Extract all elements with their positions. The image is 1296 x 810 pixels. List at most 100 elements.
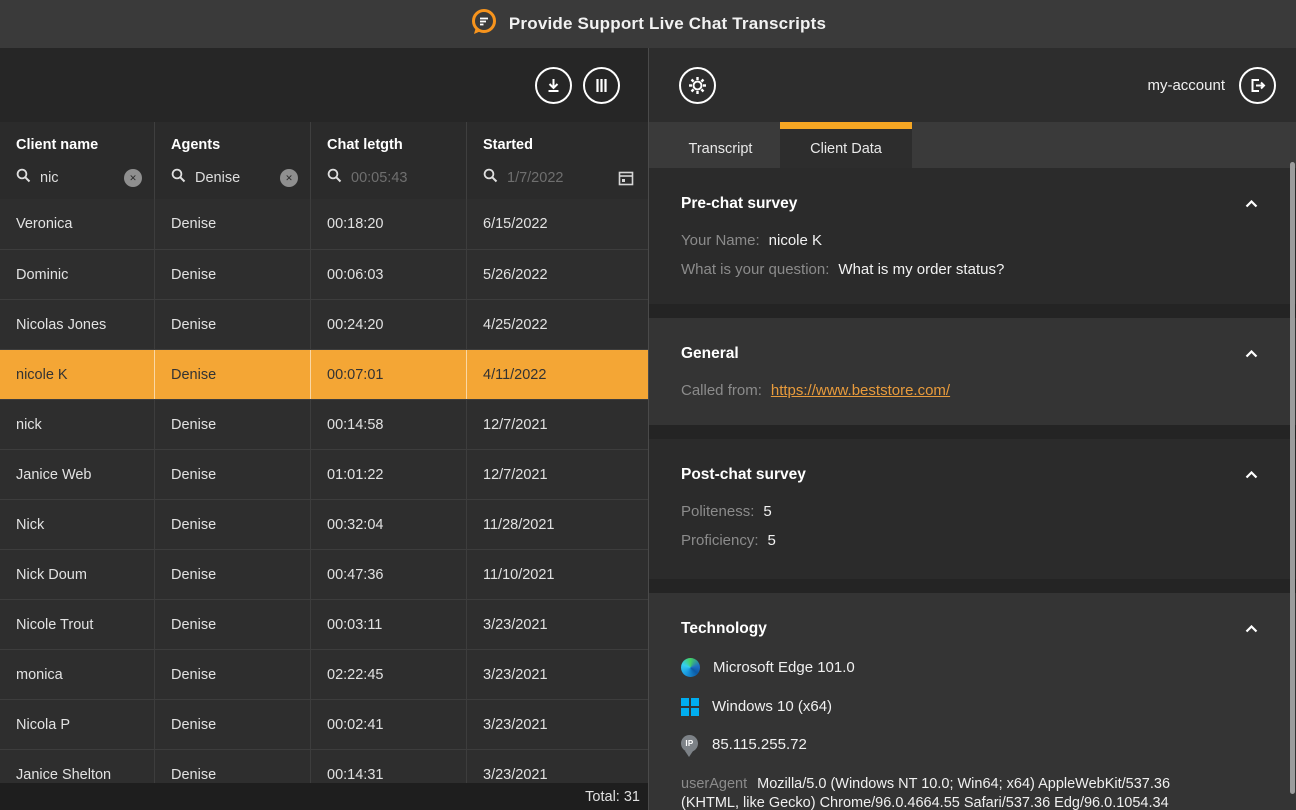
transcripts-list-panel: Client name nic Agents — [0, 48, 648, 810]
cell-agent[interactable]: Denise — [155, 350, 311, 399]
cell-client-name[interactable]: Nick — [0, 500, 155, 549]
cell-chat-length[interactable]: 00:32:04 — [311, 500, 467, 549]
section-title: Technology — [681, 620, 767, 638]
search-icon — [16, 168, 31, 188]
transcripts-table-body: Veronica Denise 00:18:20 6/15/2022 Domin… — [0, 199, 648, 810]
cell-agent[interactable]: Denise — [155, 450, 311, 499]
search-icon — [327, 168, 342, 188]
section-post-chat-survey: Post-chat survey Politeness: 5 Proficien… — [649, 439, 1296, 579]
cell-started[interactable]: 11/28/2021 — [467, 500, 648, 549]
cell-chat-length[interactable]: 00:07:01 — [311, 350, 467, 399]
field-question: What is your question: What is my order … — [681, 261, 1260, 278]
account-name[interactable]: my-account — [1147, 77, 1225, 94]
cell-chat-length[interactable]: 00:24:20 — [311, 300, 467, 349]
cell-agent[interactable]: Denise — [155, 250, 311, 299]
table-row[interactable]: Nicola P Denise 00:02:41 3/23/2021 — [0, 699, 648, 749]
cell-started[interactable]: 6/15/2022 — [467, 199, 648, 249]
ip-info: IP 85.115.255.72 — [681, 735, 1260, 753]
column-header-label[interactable]: Client name — [16, 137, 144, 153]
columns-icon[interactable] — [583, 67, 620, 104]
cell-client-name[interactable]: Veronica — [0, 199, 155, 249]
chevron-up-icon[interactable] — [1243, 469, 1260, 481]
cell-started[interactable]: 3/23/2021 — [467, 600, 648, 649]
cell-started[interactable]: 12/7/2021 — [467, 400, 648, 449]
calendar-icon[interactable] — [618, 170, 634, 186]
clear-filter-icon[interactable] — [280, 169, 298, 187]
cell-started[interactable]: 4/25/2022 — [467, 300, 648, 349]
cell-chat-length[interactable]: 02:22:45 — [311, 650, 467, 699]
cell-client-name[interactable]: Dominic — [0, 250, 155, 299]
started-filter[interactable]: 1/7/2022 — [483, 167, 638, 189]
cell-chat-length[interactable]: 00:14:58 — [311, 400, 467, 449]
cell-agent[interactable]: Denise — [155, 400, 311, 449]
cell-agent[interactable]: Denise — [155, 600, 311, 649]
table-row[interactable]: Nick Doum Denise 00:47:36 11/10/2021 — [0, 549, 648, 599]
cell-chat-length[interactable]: 00:47:36 — [311, 550, 467, 599]
cell-agent[interactable]: Denise — [155, 650, 311, 699]
section-title: Post-chat survey — [681, 466, 806, 484]
cell-chat-length[interactable]: 00:02:41 — [311, 700, 467, 749]
cell-client-name[interactable]: Nicola P — [0, 700, 155, 749]
cell-chat-length[interactable]: 00:18:20 — [311, 199, 467, 249]
chevron-up-icon[interactable] — [1243, 198, 1260, 210]
section-title: General — [681, 345, 739, 363]
started-filter-input[interactable]: 1/7/2022 — [507, 170, 609, 186]
cell-client-name[interactable]: Nicolas Jones — [0, 300, 155, 349]
cell-started[interactable]: 11/10/2021 — [467, 550, 648, 599]
table-row[interactable]: monica Denise 02:22:45 3/23/2021 — [0, 649, 648, 699]
agents-filter-input[interactable]: Denise — [195, 170, 271, 186]
called-from-link[interactable]: https://www.beststore.com/ — [771, 382, 950, 399]
edge-browser-icon — [681, 658, 700, 677]
user-agent-value: Mozilla/5.0 (Windows NT 10.0; Win64; x64… — [681, 776, 1170, 810]
table-row[interactable]: nick Denise 00:14:58 12/7/2021 — [0, 399, 648, 449]
client-name-filter-input[interactable]: nic — [40, 170, 115, 186]
cell-chat-length[interactable]: 00:06:03 — [311, 250, 467, 299]
cell-agent[interactable]: Denise — [155, 700, 311, 749]
column-header-label[interactable]: Agents — [171, 137, 300, 153]
detail-toolbar: my-account — [649, 48, 1296, 122]
settings-gear-icon[interactable] — [679, 67, 716, 104]
agents-filter[interactable]: Denise — [171, 167, 300, 189]
cell-started[interactable]: 3/23/2021 — [467, 700, 648, 749]
cell-chat-length[interactable]: 01:01:22 — [311, 450, 467, 499]
cell-client-name[interactable]: monica — [0, 650, 155, 699]
table-header: Client name nic Agents — [0, 122, 648, 199]
table-row[interactable]: Veronica Denise 00:18:20 6/15/2022 — [0, 199, 648, 249]
chat-length-filter[interactable]: 00:05:43 — [327, 167, 456, 189]
table-row[interactable]: Nicole Trout Denise 00:03:11 3/23/2021 — [0, 599, 648, 649]
tab-transcript[interactable]: Transcript — [661, 122, 780, 168]
client-name-filter[interactable]: nic — [16, 167, 144, 189]
tab-client-data[interactable]: Client Data — [780, 122, 912, 168]
section-technology: Technology Microsoft Edge 101.0 Windows … — [649, 593, 1296, 810]
logout-icon[interactable] — [1239, 67, 1276, 104]
vertical-scrollbar[interactable] — [1290, 162, 1295, 794]
chevron-up-icon[interactable] — [1243, 623, 1260, 635]
cell-client-name[interactable]: nick — [0, 400, 155, 449]
table-row[interactable]: Dominic Denise 00:06:03 5/26/2022 — [0, 249, 648, 299]
column-header-label[interactable]: Chat letgth — [327, 137, 456, 153]
cell-started[interactable]: 5/26/2022 — [467, 250, 648, 299]
column-client-name: Client name nic — [0, 122, 155, 199]
cell-client-name[interactable]: Nick Doum — [0, 550, 155, 599]
cell-agent[interactable]: Denise — [155, 550, 311, 599]
cell-agent[interactable]: Denise — [155, 300, 311, 349]
cell-started[interactable]: 12/7/2021 — [467, 450, 648, 499]
table-row[interactable]: Janice Web Denise 01:01:22 12/7/2021 — [0, 449, 648, 499]
table-row[interactable]: Nick Denise 00:32:04 11/28/2021 — [0, 499, 648, 549]
detail-tabs: Transcript Client Data — [649, 122, 1296, 168]
chat-length-filter-input[interactable]: 00:05:43 — [351, 170, 456, 186]
clear-filter-icon[interactable] — [124, 169, 142, 187]
cell-client-name[interactable]: Janice Web — [0, 450, 155, 499]
cell-agent[interactable]: Denise — [155, 199, 311, 249]
table-row[interactable]: nicole K Denise 00:07:01 4/11/2022 — [0, 349, 648, 399]
cell-client-name[interactable]: nicole K — [0, 350, 155, 399]
cell-agent[interactable]: Denise — [155, 500, 311, 549]
chevron-up-icon[interactable] — [1243, 348, 1260, 360]
cell-chat-length[interactable]: 00:03:11 — [311, 600, 467, 649]
download-icon[interactable] — [535, 67, 572, 104]
cell-started[interactable]: 4/11/2022 — [467, 350, 648, 399]
table-row[interactable]: Nicolas Jones Denise 00:24:20 4/25/2022 — [0, 299, 648, 349]
cell-started[interactable]: 3/23/2021 — [467, 650, 648, 699]
column-header-label[interactable]: Started — [483, 137, 638, 153]
cell-client-name[interactable]: Nicole Trout — [0, 600, 155, 649]
